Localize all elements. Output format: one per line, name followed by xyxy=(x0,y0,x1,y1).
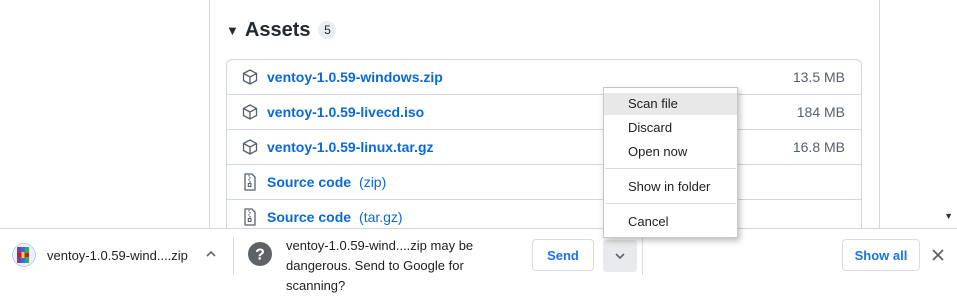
asset-row[interactable]: Source code (tar.gz) xyxy=(227,200,861,228)
release-card-border xyxy=(879,0,880,228)
assets-count-badge: 5 xyxy=(318,21,337,39)
question-mark-icon: ? xyxy=(248,242,272,266)
asset-link[interactable]: Source code xyxy=(267,174,351,190)
assets-title: Assets xyxy=(244,18,311,41)
scrollbar-down-arrow[interactable]: ▼ xyxy=(944,211,953,221)
chevron-down-icon xyxy=(615,253,625,260)
asset-row[interactable]: ventoy-1.0.59-windows.zip 13.5 MB xyxy=(227,60,861,95)
asset-link[interactable]: ventoy-1.0.59-windows.zip xyxy=(267,69,443,85)
download-shelf: ventoy-1.0.59-wind....zip ? ventoy-1.0.5… xyxy=(0,228,957,293)
release-card-border xyxy=(209,0,210,228)
send-button[interactable]: Send xyxy=(532,239,594,271)
menu-item-cancel[interactable]: Cancel xyxy=(604,211,737,233)
asset-row[interactable]: Source code (zip) xyxy=(227,165,861,200)
asset-link-suffix[interactable]: (tar.gz) xyxy=(359,209,403,225)
menu-item-scan-file[interactable]: Scan file xyxy=(604,93,737,115)
show-all-button[interactable]: Show all xyxy=(842,239,920,271)
asset-size: 16.8 MB xyxy=(792,139,845,155)
asset-link[interactable]: ventoy-1.0.59-linux.tar.gz xyxy=(267,139,434,155)
menu-separator xyxy=(605,168,736,169)
download-item[interactable]: ventoy-1.0.59-wind....zip xyxy=(12,243,188,267)
menu-item-show-in-folder[interactable]: Show in folder xyxy=(604,176,737,198)
winrar-archive-icon xyxy=(12,243,36,267)
svg-text:?: ? xyxy=(255,247,265,264)
asset-link-suffix[interactable]: (zip) xyxy=(359,174,386,190)
assets-list: ventoy-1.0.59-windows.zip 13.5 MB ventoy… xyxy=(226,59,862,228)
menu-separator xyxy=(605,203,736,204)
close-icon[interactable] xyxy=(929,246,947,264)
asset-size: 184 MB xyxy=(796,104,845,120)
download-context-menu: Scan file Discard Open now Show in folde… xyxy=(603,87,738,238)
menu-item-open-now[interactable]: Open now xyxy=(604,141,737,163)
caret-down-icon: ▼ xyxy=(226,22,239,38)
assets-header[interactable]: ▼ Assets 5 xyxy=(226,18,337,42)
file-zip-icon xyxy=(241,208,259,226)
chevron-up-icon[interactable] xyxy=(204,247,218,261)
asset-link[interactable]: Source code xyxy=(267,209,351,225)
asset-size: 13.5 MB xyxy=(792,69,845,85)
release-page: ▼ Assets 5 ventoy-1.0.59-windows.zip 13.… xyxy=(0,0,957,228)
menu-item-discard[interactable]: Discard xyxy=(604,117,737,139)
download-warning-text: ventoy-1.0.59-wind....zip may be dangero… xyxy=(286,236,516,296)
warning-line: dangerous. Send to Google for scanning? xyxy=(286,258,464,293)
file-zip-icon xyxy=(241,173,259,191)
download-file-name: ventoy-1.0.59-wind....zip xyxy=(47,247,188,263)
shelf-divider xyxy=(233,237,234,275)
asset-row[interactable]: ventoy-1.0.59-linux.tar.gz 16.8 MB xyxy=(227,130,861,165)
package-icon xyxy=(241,68,259,86)
download-menu-button[interactable] xyxy=(603,240,637,272)
asset-row[interactable]: ventoy-1.0.59-livecd.iso 184 MB xyxy=(227,95,861,130)
asset-link[interactable]: ventoy-1.0.59-livecd.iso xyxy=(267,104,424,120)
package-icon xyxy=(241,138,259,156)
shelf-divider xyxy=(642,237,643,275)
package-icon xyxy=(241,103,259,121)
warning-line: ventoy-1.0.59-wind....zip may be xyxy=(286,238,474,253)
